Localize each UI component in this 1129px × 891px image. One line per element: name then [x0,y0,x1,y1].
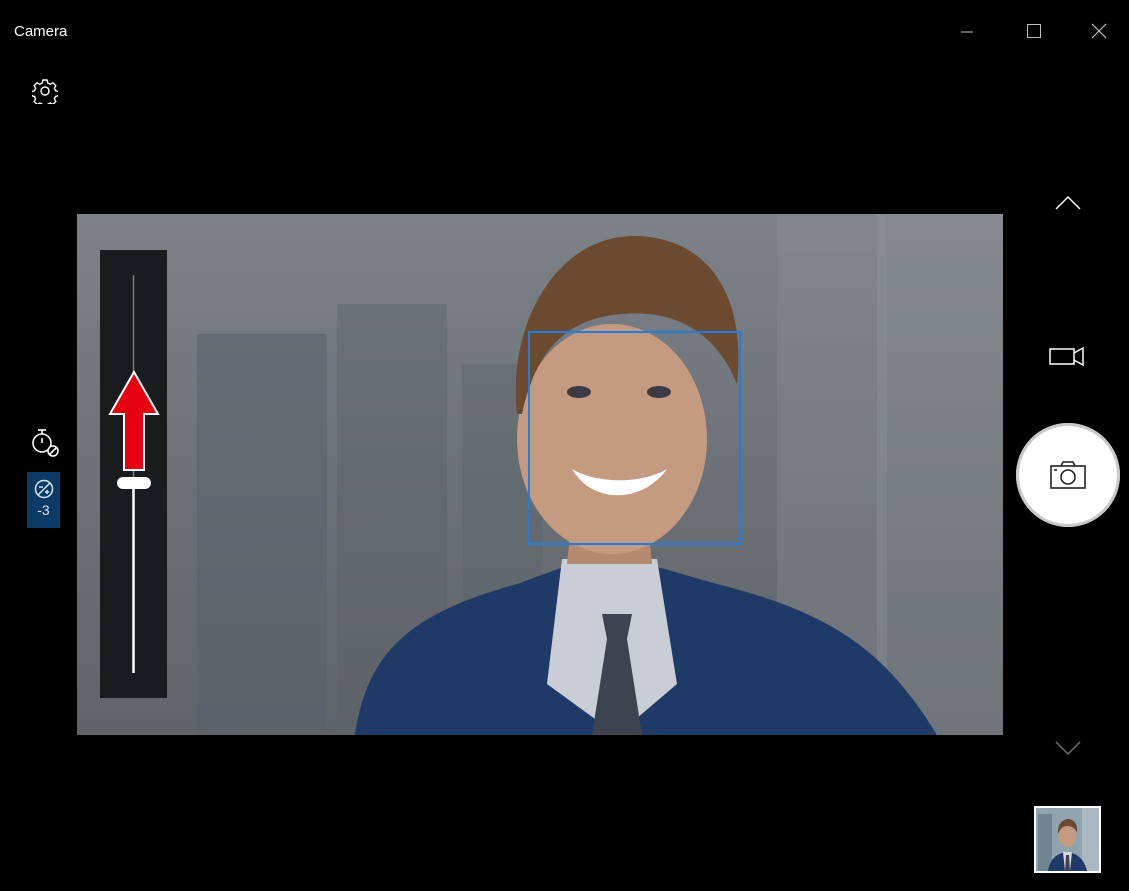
settings-button[interactable] [30,76,60,106]
exposure-button[interactable]: -3 [27,472,60,528]
face-detection-box [528,331,741,545]
chevron-up-icon [1055,195,1081,210]
app-title: Camera [14,23,68,40]
maximize-button[interactable] [1011,8,1057,54]
scroll-down-button[interactable] [1050,730,1086,766]
up-arrow-annotation [108,370,160,471]
photo-thumbnail [1036,808,1099,871]
maximize-icon [1027,24,1041,38]
close-button[interactable] [1076,8,1122,54]
exposure-icon [34,479,53,499]
exposure-slider-track [132,275,135,673]
photo-timer-button[interactable] [28,426,62,458]
minimize-button[interactable] [944,8,990,54]
video-camera-icon [1049,346,1084,367]
video-mode-button[interactable] [1046,340,1088,372]
take-photo-button[interactable] [1016,423,1120,527]
gear-icon [32,79,58,104]
chevron-down-icon [1055,741,1081,756]
minimize-icon [961,31,973,33]
timer-off-icon [32,429,59,457]
close-icon [1091,23,1107,39]
exposure-slider[interactable] [100,250,167,698]
scroll-up-button[interactable] [1050,185,1086,221]
exposure-value: -3 [37,502,50,518]
last-photo-thumbnail[interactable] [1034,806,1101,873]
camera-icon [1050,461,1086,489]
exposure-slider-thumb[interactable] [117,477,151,489]
